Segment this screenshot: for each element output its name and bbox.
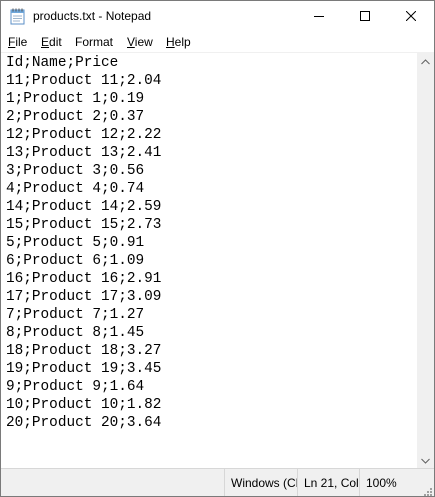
vertical-scrollbar[interactable] — [417, 52, 434, 468]
editor-content[interactable]: Id;Name;Price 11;Product 11;2.04 1;Produ… — [6, 54, 161, 432]
close-icon — [405, 8, 417, 26]
chevron-down-icon — [421, 451, 430, 469]
status-cursor-position: Ln 21, Col 15 — [297, 469, 359, 496]
close-button[interactable] — [388, 1, 434, 32]
status-zoom: 100% — [359, 469, 417, 496]
resize-grip-icon[interactable] — [421, 484, 433, 496]
status-encoding: Windows (CRLF) — [224, 469, 297, 496]
notepad-window: products.txt - Notepad File Edit Format … — [0, 0, 435, 497]
menu-view[interactable]: View — [127, 34, 153, 51]
window-title: products.txt - Notepad — [33, 9, 152, 23]
notepad-icon — [10, 8, 25, 25]
menu-bar: File Edit Format View Help — [1, 32, 434, 52]
title-bar[interactable]: products.txt - Notepad — [1, 1, 434, 32]
maximize-button[interactable] — [342, 1, 388, 32]
menu-edit[interactable]: Edit — [41, 34, 62, 51]
menu-file[interactable]: File — [8, 34, 27, 51]
status-bar: Windows (CRLF) Ln 21, Col 15 100% — [1, 468, 434, 496]
minimize-icon — [314, 8, 324, 26]
text-editor[interactable]: Id;Name;Price 11;Product 11;2.04 1;Produ… — [1, 52, 417, 469]
chevron-up-icon — [421, 52, 430, 70]
maximize-icon — [360, 8, 370, 26]
minimize-button[interactable] — [296, 1, 342, 32]
scroll-down-button[interactable] — [417, 451, 434, 468]
menu-help[interactable]: Help — [166, 34, 191, 51]
menu-format[interactable]: Format — [75, 34, 113, 51]
scroll-up-button[interactable] — [417, 52, 434, 69]
